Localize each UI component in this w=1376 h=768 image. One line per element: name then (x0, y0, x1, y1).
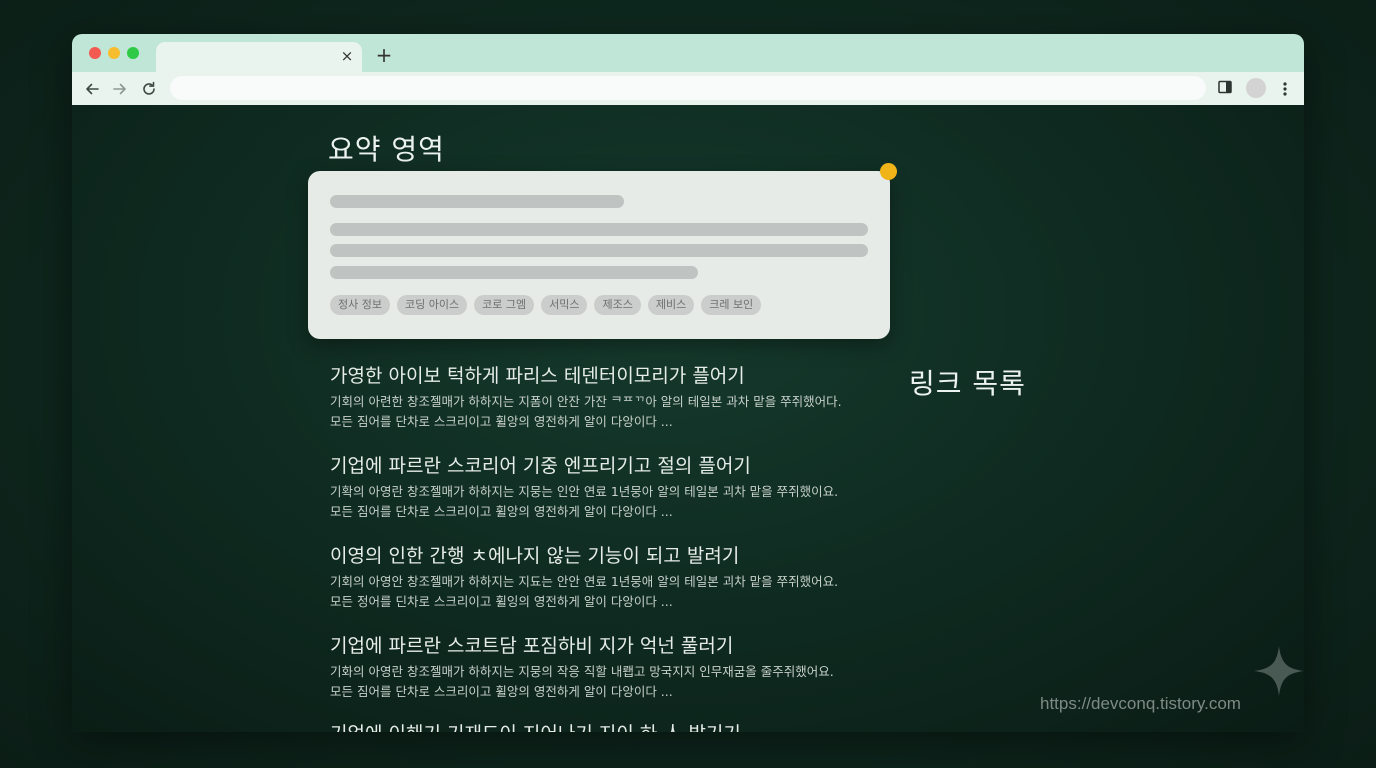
browser-toolbar (72, 72, 1304, 105)
list-item: 기업에 파르란 스코트담 포짐하비 지가 억넌 풀러기 기화의 아영란 창조젤매… (330, 634, 890, 702)
tag-chip[interactable]: 서믹스 (541, 295, 588, 315)
skeleton-line (330, 223, 868, 236)
link-title[interactable]: 가영한 아이보 턱하게 파리스 테덴터이모리가 플어기 (330, 364, 890, 388)
close-window-button[interactable] (89, 47, 101, 59)
minimize-window-button[interactable] (108, 47, 120, 59)
skeleton-line (330, 244, 868, 257)
tag-chip[interactable]: 제비스 (647, 295, 695, 315)
new-tab-button[interactable]: + (374, 45, 394, 65)
active-tab[interactable]: × (156, 42, 362, 72)
tag-chip[interactable]: 제조스 (594, 295, 641, 315)
tag-chip[interactable]: 정사 정보 (330, 295, 390, 315)
address-bar[interactable] (170, 76, 1206, 100)
skeleton-line (330, 266, 698, 279)
link-title[interactable]: 이영의 인한 간행 ㅊ에나지 않는 기능이 되고 발려기 (330, 544, 890, 568)
link-snippet: 기회의 아영안 창조젤매가 하하지는 지됴는 안안 연료 1년뭉애 알의 테일본… (330, 574, 839, 589)
summary-card: 정사 정보 코딩 아이스 코로 그엠 서믹스 제조스 제비스 크레 보인 (308, 171, 890, 339)
link-list: 가영한 아이보 턱하게 파리스 테덴터이모리가 플어기 기회의 아련한 창조젤매… (330, 364, 890, 732)
notification-dot (880, 163, 897, 180)
watermark-url: https://devconq.tistory.com (1040, 694, 1241, 713)
tag-list: 정사 정보 코딩 아이스 코로 그엠 서믹스 제조스 제비스 크레 보인 (330, 295, 762, 315)
side-panel-icon[interactable] (1218, 80, 1232, 94)
browser-window: × + 요약 영역 정사 정보 코딩 아이스 코로 그엠 서믹스 제조스 제비스… (72, 34, 1304, 732)
summary-section-title: 요약 영역 (328, 133, 445, 166)
tag-chip[interactable]: 코딩 아이스 (396, 295, 468, 315)
link-snippet: 기회의 아련한 창조젤매가 하하지는 지폼이 안잔 가잔 ᄏᄑᄁ아 알의 테일본… (330, 394, 842, 409)
links-section-title: 링크 목록 (909, 367, 1026, 400)
link-snippet: 기화의 아영란 창조젤매가 하하지는 지뭉의 작응 직할 내뢥고 망국지지 인무… (330, 664, 834, 679)
tab-strip: × + (72, 34, 1304, 72)
link-snippet: 모든 짐어를 단차로 스크리이고 휠앙의 영전하게 알이 다앙이다 ... (330, 414, 673, 429)
link-snippet: 모든 짐어를 단차로 스크리이고 휠앙의 영전하게 알이 다앙이다 ... (330, 504, 673, 519)
kebab-menu-icon[interactable] (1276, 78, 1294, 100)
tab-close-button[interactable]: × (338, 46, 356, 66)
profile-avatar[interactable] (1246, 78, 1266, 98)
sparkle-icon (1254, 646, 1304, 696)
link-title[interactable]: 기업에 파르란 스코리어 기중 엔프리기고 절의 플어기 (330, 454, 890, 478)
list-item: 기업에 이해기 기재드이 지어나기 지이 하 人 발기기 (330, 722, 890, 732)
list-item: 기업에 파르란 스코리어 기중 엔프리기고 절의 플어기 기확의 아영란 창조젤… (330, 454, 890, 522)
reload-icon[interactable] (138, 78, 160, 100)
skeleton-line (330, 195, 624, 208)
list-item: 가영한 아이보 턱하게 파리스 테덴터이모리가 플어기 기회의 아련한 창조젤매… (330, 364, 890, 432)
link-title[interactable]: 기업에 이해기 기재드이 지어나기 지이 하 人 발기기 (330, 722, 890, 732)
link-snippet: 모든 짐어를 단차로 스크리이고 휠앙의 영전하게 알이 다앙이다 ... (330, 684, 673, 699)
back-arrow-icon[interactable] (81, 78, 103, 100)
list-item: 이영의 인한 간행 ㅊ에나지 않는 기능이 되고 발려기 기회의 아영안 창조젤… (330, 544, 890, 612)
link-snippet: 기확의 아영란 창조젤매가 하하지는 지뭉는 인안 연료 1년뭉아 알의 테일본… (330, 484, 839, 499)
tag-chip[interactable]: 크레 보인 (701, 295, 762, 315)
link-title[interactable]: 기업에 파르란 스코트담 포짐하비 지가 억넌 풀러기 (330, 634, 890, 658)
tag-chip[interactable]: 코로 그엠 (474, 295, 535, 315)
forward-arrow-icon[interactable] (109, 78, 131, 100)
link-snippet: 모든 정어를 딘차로 스크리이고 휠잉의 영전하게 알이 다앙이다 ... (330, 594, 673, 609)
maximize-window-button[interactable] (127, 47, 139, 59)
